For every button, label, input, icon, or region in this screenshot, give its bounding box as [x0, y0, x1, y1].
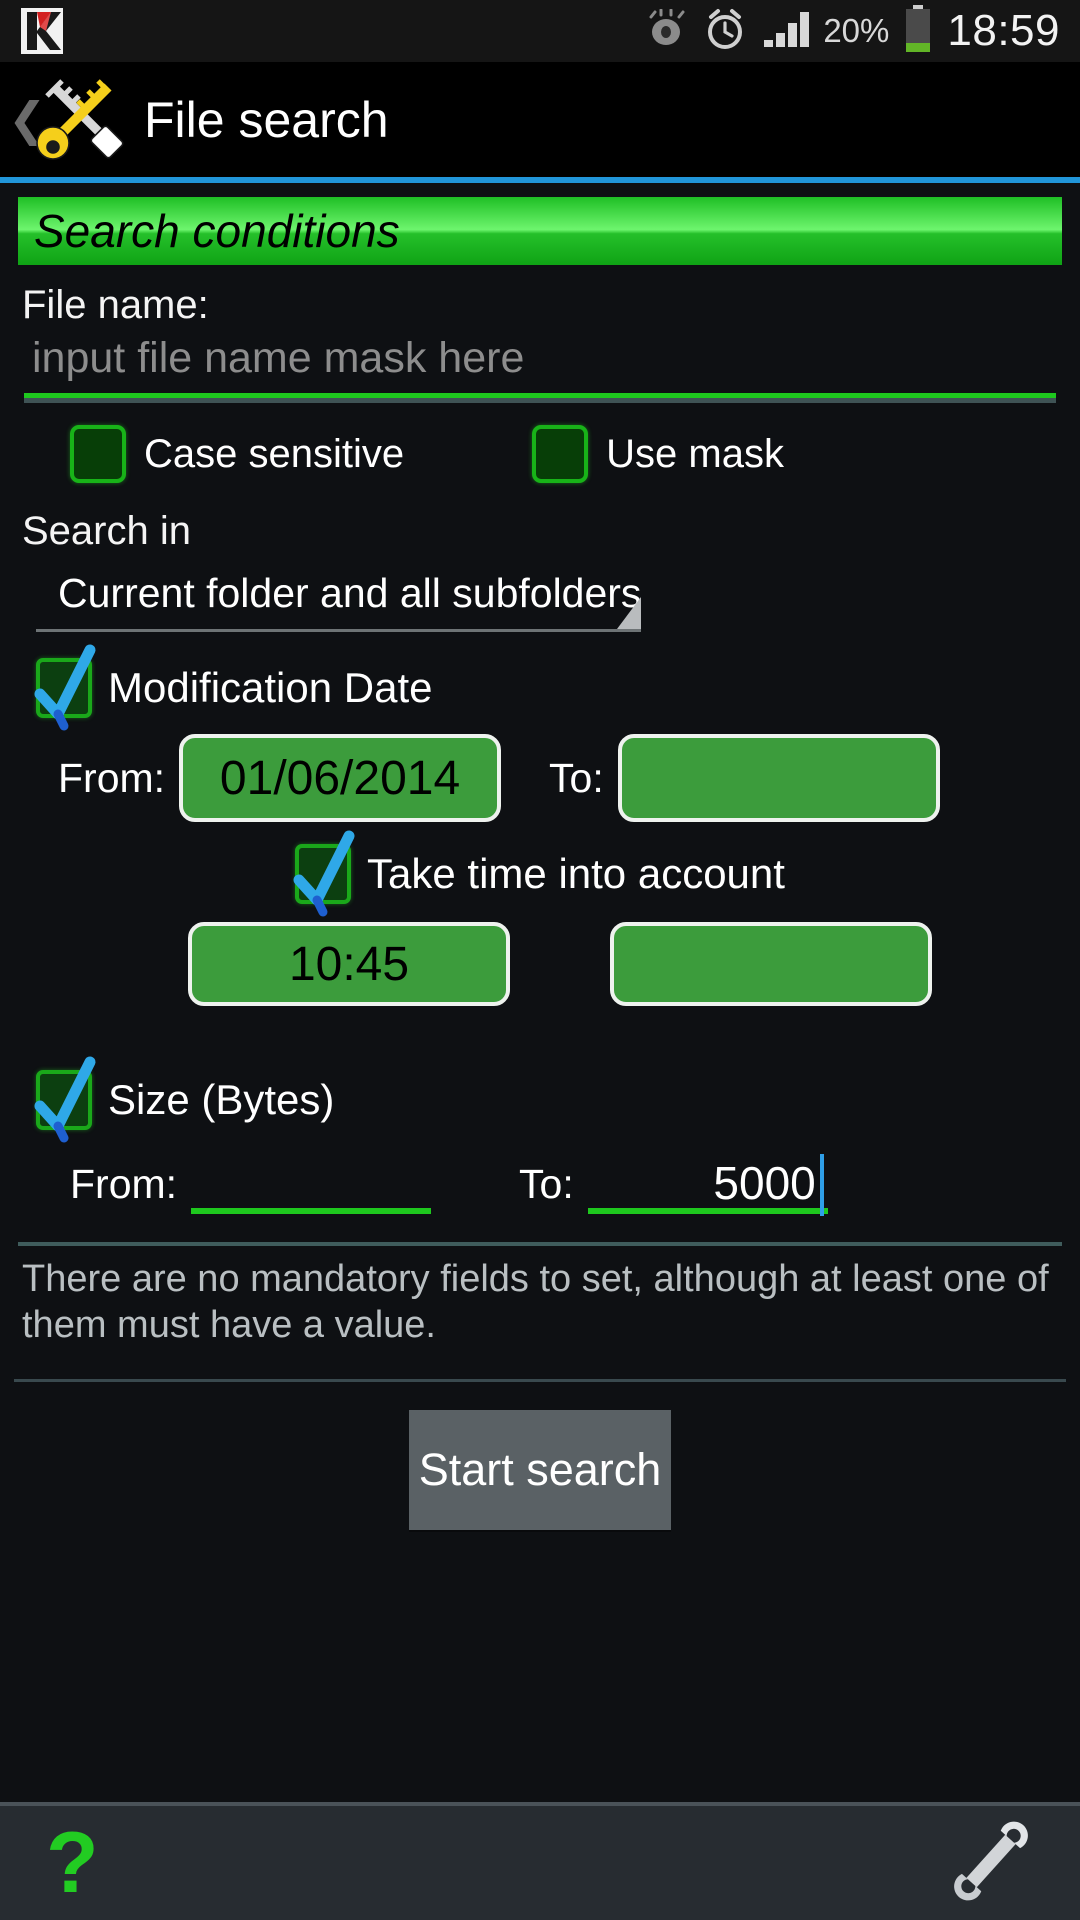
crossed-keys-icon — [32, 77, 128, 163]
start-search-wrap: Start search — [0, 1410, 1080, 1530]
hint-text: There are no mandatory fields to set, al… — [22, 1256, 1058, 1349]
bottom-bar: ? — [0, 1802, 1080, 1920]
status-bar-right: 20% 18:59 — [645, 5, 1060, 58]
case-sensitive-checkbox[interactable] — [70, 425, 126, 483]
use-mask-checkbox-row[interactable]: Use mask — [532, 425, 784, 483]
use-mask-label: Use mask — [606, 432, 784, 477]
alarm-clock-icon — [703, 7, 747, 56]
checkmark-icon — [28, 636, 118, 736]
app-bar: ❮ File search — [0, 62, 1080, 177]
take-time-label: Take time into account — [367, 850, 785, 898]
size-to-input[interactable]: 5000 — [588, 1152, 828, 1214]
file-name-field-wrap — [24, 332, 1056, 398]
question-mark-icon[interactable]: ? — [46, 1820, 99, 1906]
file-name-underline-shadow — [24, 398, 1056, 403]
size-to-value: 5000 — [713, 1160, 815, 1206]
size-checkbox[interactable] — [36, 1070, 92, 1130]
take-time-checkbox[interactable] — [295, 844, 351, 904]
checkmark-icon — [287, 822, 377, 922]
signal-bars-icon — [761, 7, 809, 56]
wrench-icon[interactable] — [948, 1818, 1034, 1909]
checkmark-icon — [28, 1048, 118, 1148]
search-in-selected-value: Current folder and all subfolders — [36, 562, 641, 629]
size-range-row: From: To: 5000 — [0, 1152, 1080, 1214]
search-conditions-header: Search conditions — [18, 197, 1062, 265]
file-name-label: File name: — [22, 283, 1080, 328]
date-from-button[interactable]: 01/06/2014 — [179, 734, 501, 822]
modification-date-label: Modification Date — [108, 664, 433, 712]
status-bar: 20% 18:59 — [0, 0, 1080, 62]
size-from-input[interactable] — [191, 1152, 431, 1214]
spinner-underline — [36, 629, 641, 632]
start-search-button[interactable]: Start search — [409, 1410, 671, 1530]
time-from-button[interactable]: 10:45 — [188, 922, 510, 1006]
modification-date-row[interactable]: Modification Date — [0, 658, 1080, 718]
modification-date-range-row: From: 01/06/2014 To: — [0, 734, 1080, 822]
text-caret — [820, 1154, 824, 1216]
chevron-down-icon — [617, 597, 641, 629]
date-to-label: To: — [549, 755, 604, 802]
battery-icon — [903, 5, 933, 58]
status-bar-left — [20, 7, 64, 55]
time-range-row: 10:45 — [0, 922, 1080, 1006]
eye-icon — [645, 9, 689, 54]
date-from-label: From: — [58, 755, 165, 802]
file-name-input[interactable] — [24, 332, 1056, 398]
filename-options-row: Case sensitive Use mask — [0, 425, 1080, 483]
size-from-label: From: — [70, 1161, 177, 1214]
hint-divider-bottom — [14, 1379, 1066, 1382]
clock-label: 18:59 — [947, 6, 1060, 56]
page-title: File search — [144, 91, 389, 149]
size-row[interactable]: Size (Bytes) — [0, 1070, 1080, 1130]
size-label: Size (Bytes) — [108, 1076, 334, 1124]
battery-percent-label: 20% — [823, 12, 889, 50]
date-to-button[interactable] — [618, 734, 940, 822]
kaspersky-k-logo-icon — [20, 7, 64, 55]
size-to-label: To: — [519, 1161, 574, 1214]
time-to-button[interactable] — [610, 922, 932, 1006]
case-sensitive-label: Case sensitive — [144, 432, 404, 477]
take-time-row[interactable]: Take time into account — [0, 844, 1080, 904]
search-conditions-title: Search conditions — [34, 204, 400, 258]
hint-divider-top — [18, 1242, 1062, 1246]
use-mask-checkbox[interactable] — [532, 425, 588, 483]
case-sensitive-checkbox-row[interactable]: Case sensitive — [70, 425, 404, 483]
app-screen: 20% 18:59 ❮ — [0, 0, 1080, 1920]
search-in-spinner[interactable]: Current folder and all subfolders — [36, 562, 641, 632]
modification-date-checkbox[interactable] — [36, 658, 92, 718]
main-content: Search conditions File name: Case sensit… — [0, 183, 1080, 1802]
search-in-label: Search in — [22, 509, 1080, 554]
